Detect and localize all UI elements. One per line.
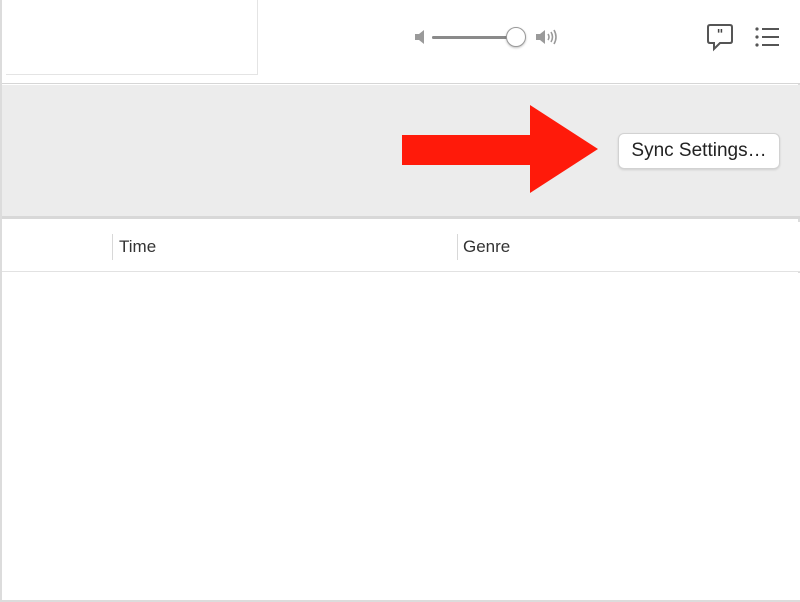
now-playing-display[interactable] [6, 0, 258, 75]
volume-control[interactable] [410, 24, 560, 52]
volume-slider-fill [432, 36, 511, 39]
toolbar: " [2, 0, 800, 84]
speaker-low-icon [412, 26, 428, 53]
column-divider[interactable] [457, 234, 458, 260]
up-next-list-icon [753, 27, 781, 54]
up-next-button[interactable] [753, 24, 781, 50]
svg-text:": " [717, 28, 724, 43]
lyrics-button[interactable]: " [706, 22, 734, 52]
speaker-high-icon [534, 26, 560, 53]
volume-slider-knob[interactable] [506, 27, 526, 47]
column-divider[interactable] [112, 234, 113, 260]
column-header-time[interactable]: Time [119, 237, 156, 257]
red-arrow-annotation [400, 105, 600, 200]
sync-settings-button[interactable]: Sync Settings… [618, 133, 780, 169]
song-list [2, 273, 800, 600]
device-header-band: Sync Settings… [2, 85, 800, 219]
lyrics-quote-icon: " [706, 24, 734, 56]
window-frame: " Sync Settings… Time Genre [0, 0, 800, 602]
column-header-genre[interactable]: Genre [463, 237, 510, 257]
column-header-row: Time Genre [2, 222, 800, 272]
